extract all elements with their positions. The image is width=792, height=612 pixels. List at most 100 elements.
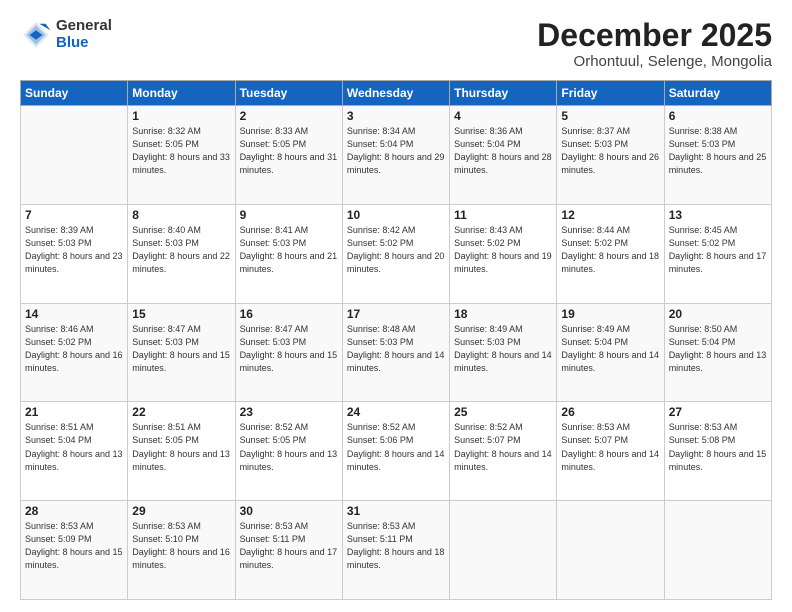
day-info: Sunrise: 8:32 AMSunset: 5:05 PMDaylight:… <box>132 125 230 177</box>
day-cell: 18Sunrise: 8:49 AMSunset: 5:03 PMDayligh… <box>450 303 557 402</box>
day-info: Sunrise: 8:33 AMSunset: 5:05 PMDaylight:… <box>240 125 338 177</box>
day-cell <box>664 501 771 600</box>
day-number: 6 <box>669 109 767 123</box>
day-cell: 26 Sunrise: 8:53 AMSunset: 5:07 PMDayligh… <box>557 402 664 501</box>
day-number: 29 <box>132 504 230 518</box>
col-header-tuesday: Tuesday <box>235 81 342 106</box>
day-number: 7 <box>25 208 123 222</box>
day-number: 16 <box>240 307 338 321</box>
day-info: Sunrise: 8:45 AMSunset: 5:02 PMDaylight:… <box>669 224 767 276</box>
week-row-3: 14 Sunrise: 8:46 AMSunset: 5:02 PMDayligh… <box>21 303 772 402</box>
day-info: Sunrise: 8:39 AMSunset: 5:03 PMDaylight:… <box>25 224 123 276</box>
day-cell: 6 Sunrise: 8:38 AMSunset: 5:03 PMDaylight… <box>664 106 771 205</box>
day-cell: 11 Sunrise: 8:43 AMSunset: 5:02 PMDayligh… <box>450 204 557 303</box>
day-number: 18 <box>454 307 552 321</box>
day-number: 24 <box>347 405 445 419</box>
day-info: Sunrise: 8:46 AMSunset: 5:02 PMDaylight:… <box>25 323 123 375</box>
day-info: Sunrise: 8:44 AMSunset: 5:02 PMDaylight:… <box>561 224 659 276</box>
logo-icon <box>20 19 52 51</box>
day-number: 8 <box>132 208 230 222</box>
day-info: Sunrise: 8:49 AMSunset: 5:04 PMDaylight:… <box>561 323 659 375</box>
week-row-5: 28 Sunrise: 8:53 AMSunset: 5:09 PMDayligh… <box>21 501 772 600</box>
logo-text: General Blue <box>56 18 112 51</box>
day-info: Sunrise: 8:40 AMSunset: 5:03 PMDaylight:… <box>132 224 230 276</box>
day-cell: 19Sunrise: 8:49 AMSunset: 5:04 PMDayligh… <box>557 303 664 402</box>
day-cell <box>450 501 557 600</box>
week-row-4: 21 Sunrise: 8:51 AMSunset: 5:04 PMDayligh… <box>21 402 772 501</box>
day-cell: 10Sunrise: 8:42 AMSunset: 5:02 PMDayligh… <box>342 204 449 303</box>
day-info: Sunrise: 8:53 AMSunset: 5:07 PMDaylight:… <box>561 421 659 473</box>
day-info: Sunrise: 8:47 AMSunset: 5:03 PMDaylight:… <box>132 323 230 375</box>
week-row-2: 7 Sunrise: 8:39 AMSunset: 5:03 PMDaylight… <box>21 204 772 303</box>
col-header-monday: Monday <box>128 81 235 106</box>
day-info: Sunrise: 8:48 AMSunset: 5:03 PMDaylight:… <box>347 323 445 375</box>
day-number: 20 <box>669 307 767 321</box>
header: General Blue December 2025 Orhontuul, Se… <box>20 18 772 70</box>
day-cell: 27 Sunrise: 8:53 AMSunset: 5:08 PMDayligh… <box>664 402 771 501</box>
day-info: Sunrise: 8:52 AMSunset: 5:06 PMDaylight:… <box>347 421 445 473</box>
day-info: Sunrise: 8:38 AMSunset: 5:03 PMDaylight:… <box>669 125 767 177</box>
day-number: 17 <box>347 307 445 321</box>
day-cell: 16 Sunrise: 8:47 AMSunset: 5:03 PMDayligh… <box>235 303 342 402</box>
col-header-sunday: Sunday <box>21 81 128 106</box>
day-info: Sunrise: 8:47 AMSunset: 5:03 PMDaylight:… <box>240 323 338 375</box>
day-cell: 20 Sunrise: 8:50 AMSunset: 5:04 PMDayligh… <box>664 303 771 402</box>
day-cell: 5Sunrise: 8:37 AMSunset: 5:03 PMDaylight… <box>557 106 664 205</box>
day-cell: 25Sunrise: 8:52 AMSunset: 5:07 PMDayligh… <box>450 402 557 501</box>
logo-general: General <box>56 18 112 35</box>
day-cell: 3 Sunrise: 8:34 AMSunset: 5:04 PMDaylight… <box>342 106 449 205</box>
calendar-table: SundayMondayTuesdayWednesdayThursdayFrid… <box>20 80 772 600</box>
week-row-1: 1 Sunrise: 8:32 AMSunset: 5:05 PMDaylight… <box>21 106 772 205</box>
day-cell: 15Sunrise: 8:47 AMSunset: 5:03 PMDayligh… <box>128 303 235 402</box>
day-number: 27 <box>669 405 767 419</box>
day-cell: 8 Sunrise: 8:40 AMSunset: 5:03 PMDaylight… <box>128 204 235 303</box>
day-number: 13 <box>669 208 767 222</box>
day-info: Sunrise: 8:53 AMSunset: 5:09 PMDaylight:… <box>25 520 123 572</box>
subtitle: Orhontuul, Selenge, Mongolia <box>537 53 772 70</box>
day-info: Sunrise: 8:51 AMSunset: 5:04 PMDaylight:… <box>25 421 123 473</box>
col-header-thursday: Thursday <box>450 81 557 106</box>
day-number: 2 <box>240 109 338 123</box>
day-cell: 31Sunrise: 8:53 AMSunset: 5:11 PMDayligh… <box>342 501 449 600</box>
day-number: 14 <box>25 307 123 321</box>
day-number: 3 <box>347 109 445 123</box>
day-cell: 24 Sunrise: 8:52 AMSunset: 5:06 PMDayligh… <box>342 402 449 501</box>
header-row: SundayMondayTuesdayWednesdayThursdayFrid… <box>21 81 772 106</box>
day-info: Sunrise: 8:34 AMSunset: 5:04 PMDaylight:… <box>347 125 445 177</box>
day-number: 11 <box>454 208 552 222</box>
day-cell: 17 Sunrise: 8:48 AMSunset: 5:03 PMDayligh… <box>342 303 449 402</box>
day-number: 4 <box>454 109 552 123</box>
day-cell <box>557 501 664 600</box>
col-header-saturday: Saturday <box>664 81 771 106</box>
day-number: 26 <box>561 405 659 419</box>
day-cell: 2 Sunrise: 8:33 AMSunset: 5:05 PMDaylight… <box>235 106 342 205</box>
day-cell: 4 Sunrise: 8:36 AMSunset: 5:04 PMDaylight… <box>450 106 557 205</box>
day-info: Sunrise: 8:53 AMSunset: 5:11 PMDaylight:… <box>240 520 338 572</box>
day-number: 1 <box>132 109 230 123</box>
day-info: Sunrise: 8:43 AMSunset: 5:02 PMDaylight:… <box>454 224 552 276</box>
day-cell: 1 Sunrise: 8:32 AMSunset: 5:05 PMDaylight… <box>128 106 235 205</box>
logo-blue: Blue <box>56 35 112 52</box>
day-info: Sunrise: 8:41 AMSunset: 5:03 PMDaylight:… <box>240 224 338 276</box>
day-info: Sunrise: 8:37 AMSunset: 5:03 PMDaylight:… <box>561 125 659 177</box>
day-number: 23 <box>240 405 338 419</box>
title-area: December 2025 Orhontuul, Selenge, Mongol… <box>537 18 772 70</box>
day-info: Sunrise: 8:52 AMSunset: 5:05 PMDaylight:… <box>240 421 338 473</box>
month-title: December 2025 <box>537 18 772 53</box>
day-number: 9 <box>240 208 338 222</box>
day-number: 21 <box>25 405 123 419</box>
day-number: 31 <box>347 504 445 518</box>
day-number: 28 <box>25 504 123 518</box>
page: General Blue December 2025 Orhontuul, Se… <box>0 0 792 612</box>
day-cell: 14 Sunrise: 8:46 AMSunset: 5:02 PMDayligh… <box>21 303 128 402</box>
day-info: Sunrise: 8:53 AMSunset: 5:10 PMDaylight:… <box>132 520 230 572</box>
logo: General Blue <box>20 18 112 51</box>
day-info: Sunrise: 8:50 AMSunset: 5:04 PMDaylight:… <box>669 323 767 375</box>
day-info: Sunrise: 8:53 AMSunset: 5:08 PMDaylight:… <box>669 421 767 473</box>
day-cell: 9 Sunrise: 8:41 AMSunset: 5:03 PMDaylight… <box>235 204 342 303</box>
day-info: Sunrise: 8:36 AMSunset: 5:04 PMDaylight:… <box>454 125 552 177</box>
day-cell: 22Sunrise: 8:51 AMSunset: 5:05 PMDayligh… <box>128 402 235 501</box>
day-number: 25 <box>454 405 552 419</box>
day-info: Sunrise: 8:42 AMSunset: 5:02 PMDaylight:… <box>347 224 445 276</box>
day-number: 30 <box>240 504 338 518</box>
